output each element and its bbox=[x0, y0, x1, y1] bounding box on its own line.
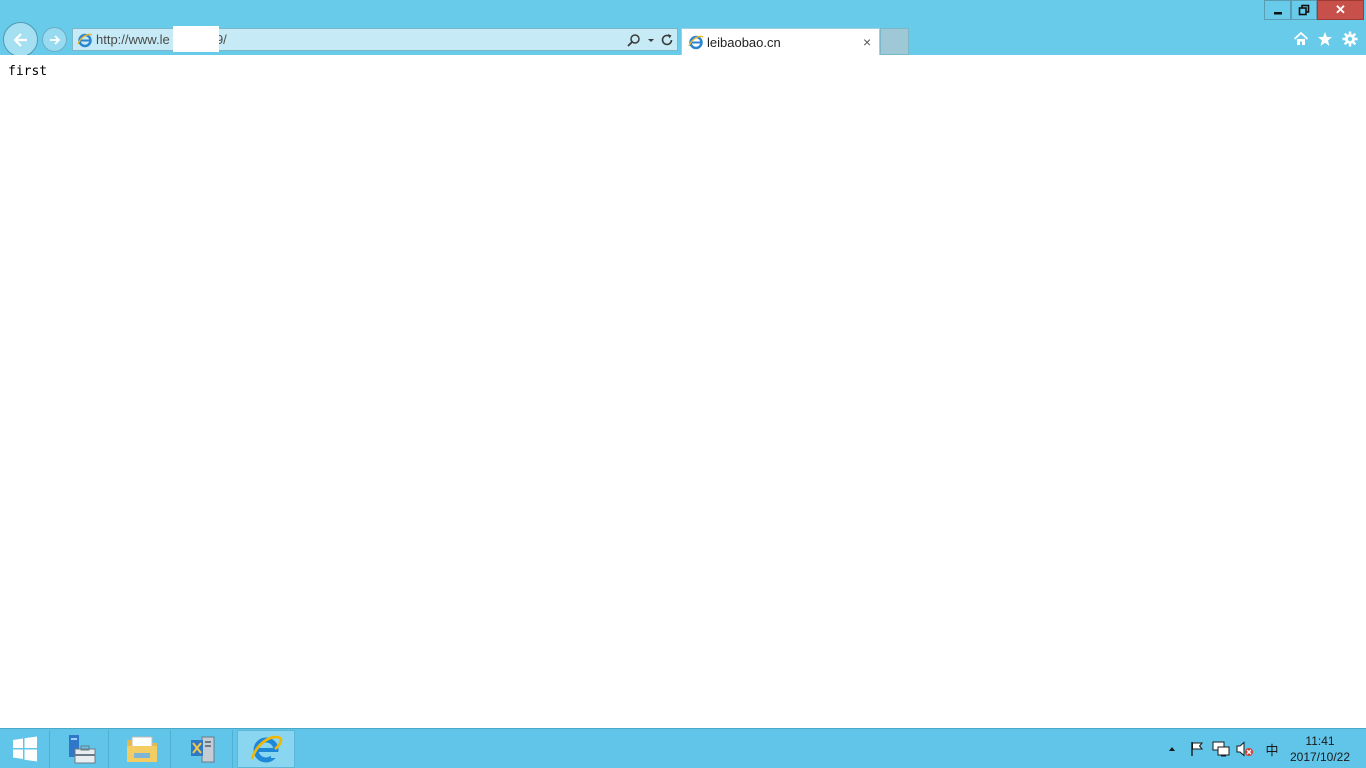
chevron-down-icon[interactable] bbox=[643, 32, 659, 48]
tab-close-button[interactable]: × bbox=[863, 34, 871, 50]
minimize-button[interactable] bbox=[1264, 0, 1291, 20]
network-icon[interactable] bbox=[1212, 740, 1230, 758]
file-explorer-icon bbox=[126, 736, 157, 762]
volume-muted-icon[interactable] bbox=[1236, 740, 1254, 758]
ime-icon[interactable]: 中 bbox=[1263, 740, 1281, 758]
tab-leibaobao[interactable]: leibaobao.cn × bbox=[681, 28, 880, 55]
tab-title: leibaobao.cn bbox=[707, 35, 781, 50]
start-icon bbox=[12, 736, 37, 762]
start-button[interactable] bbox=[0, 730, 50, 768]
refresh-icon[interactable] bbox=[659, 32, 675, 48]
taskbar-tools[interactable] bbox=[175, 730, 233, 768]
star-icon[interactable] bbox=[1316, 30, 1334, 48]
page-content: first bbox=[0, 55, 1366, 728]
taskbar-server-manager[interactable] bbox=[51, 730, 109, 768]
tools-icon bbox=[190, 736, 214, 763]
minimize-icon bbox=[1273, 12, 1282, 15]
show-hidden-icons-arrow[interactable] bbox=[1163, 740, 1181, 758]
gear-icon[interactable] bbox=[1341, 30, 1359, 48]
clock-date: 2017/10/22 bbox=[1289, 750, 1351, 764]
arrow-left-icon bbox=[12, 32, 27, 47]
new-tab-button[interactable] bbox=[880, 28, 909, 55]
clock-time: 11:41 bbox=[1305, 734, 1335, 748]
server-manager-icon bbox=[68, 735, 95, 764]
arrow-right-icon bbox=[49, 34, 60, 45]
restore-button[interactable] bbox=[1291, 0, 1317, 20]
address-bar[interactable]: http://www.le .cn:8089/ bbox=[72, 26, 678, 52]
ie-page-icon bbox=[688, 34, 704, 50]
ie-page-icon bbox=[77, 32, 93, 48]
search-icon[interactable] bbox=[626, 32, 642, 48]
taskbar: 中 11:41 2017/10/22 bbox=[0, 728, 1366, 768]
taskbar-clock[interactable]: 11:41 2017/10/22 bbox=[1284, 733, 1356, 765]
url-redaction bbox=[173, 26, 219, 52]
internet-explorer-icon bbox=[250, 735, 283, 763]
action-center-flag-icon[interactable] bbox=[1188, 740, 1206, 758]
taskbar-file-explorer[interactable] bbox=[113, 730, 171, 768]
forward-button[interactable] bbox=[42, 27, 67, 52]
page-body-text: first bbox=[8, 64, 48, 79]
home-icon[interactable] bbox=[1292, 30, 1310, 48]
restore-icon bbox=[1298, 4, 1310, 16]
browser-chrome: http://www.le .cn:8089/ leibaobao.cn × ✕ bbox=[0, 0, 1366, 57]
taskbar-internet-explorer[interactable] bbox=[237, 730, 295, 768]
close-button[interactable]: ✕ bbox=[1317, 0, 1364, 20]
close-icon: ✕ bbox=[1335, 2, 1346, 17]
back-button[interactable] bbox=[3, 22, 38, 57]
